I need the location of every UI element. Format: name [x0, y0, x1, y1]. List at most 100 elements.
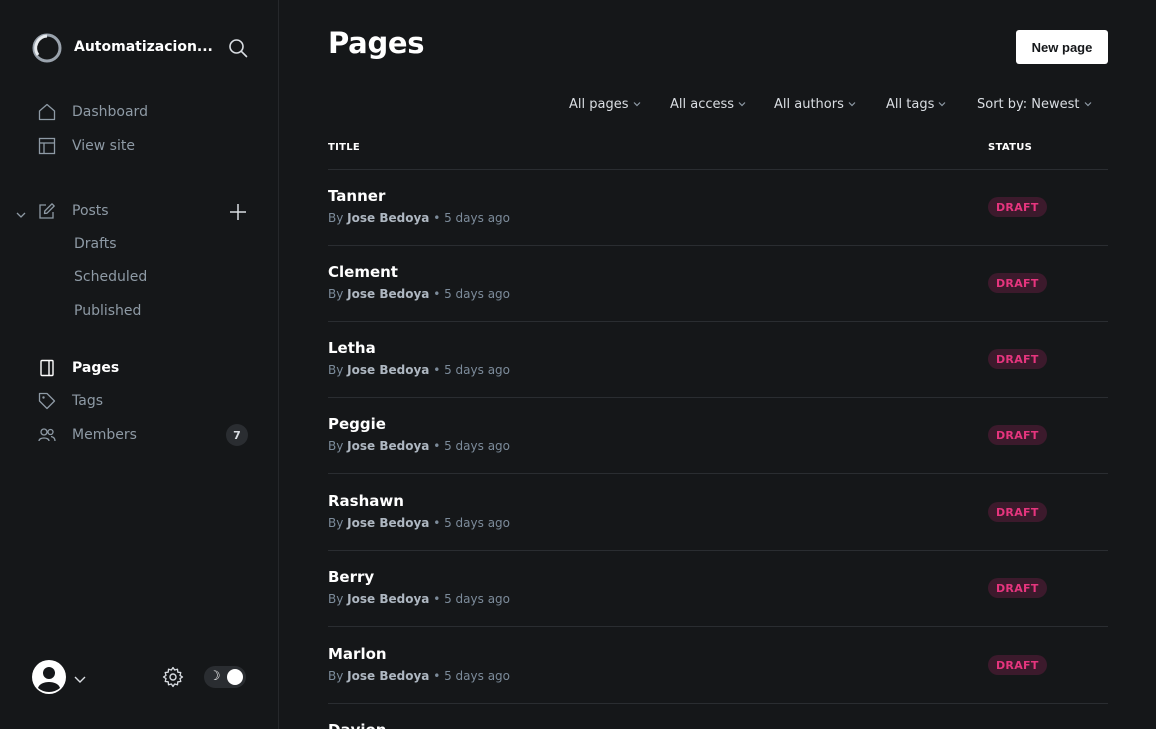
row-meta: By Jose Bedoya • 5 days ago — [328, 363, 510, 377]
filter-access[interactable]: All access — [670, 95, 746, 113]
row-title: Peggie — [328, 415, 386, 433]
avatar[interactable] — [32, 660, 66, 694]
row-meta: By Jose Bedoya • 5 days ago — [328, 669, 510, 683]
row-by: By — [328, 363, 344, 377]
nav-view-site-label: View site — [72, 138, 135, 154]
page-icon — [38, 359, 56, 377]
site-header: Automatizacion... — [32, 32, 252, 64]
nav-posts[interactable]: Posts — [38, 200, 109, 222]
toggle-knob — [227, 669, 243, 685]
chevron-down-icon[interactable] — [73, 671, 87, 683]
layout-icon — [38, 137, 56, 155]
gear-icon[interactable] — [162, 666, 184, 688]
row-by: By — [328, 287, 344, 301]
status-badge: DRAFT — [988, 578, 1047, 598]
row-by: By — [328, 516, 344, 530]
table-row[interactable]: Letha By Jose Bedoya • 5 days ago DRAFT — [328, 322, 1108, 398]
row-title: Tanner — [328, 187, 386, 205]
row-title: Davion — [328, 721, 386, 729]
row-author: Jose Bedoya — [347, 287, 430, 301]
filter-type[interactable]: All pages — [569, 95, 641, 113]
row-author: Jose Bedoya — [347, 592, 430, 606]
nav-members-label: Members — [72, 427, 137, 443]
filter-authors[interactable]: All authors — [774, 95, 856, 113]
row-meta: By Jose Bedoya • 5 days ago — [328, 592, 510, 606]
chevron-down-icon[interactable] — [15, 206, 27, 218]
filter-type-label: All pages — [569, 96, 629, 112]
nav-published[interactable]: Published — [74, 303, 141, 323]
row-time: • 5 days ago — [433, 287, 511, 301]
row-author: Jose Bedoya — [347, 516, 430, 530]
home-icon — [38, 103, 56, 121]
sidebar: Automatizacion... Dashboard View site Po… — [0, 0, 279, 729]
status-badge: DRAFT — [988, 197, 1047, 217]
row-by: By — [328, 592, 344, 606]
row-time: • 5 days ago — [433, 516, 511, 530]
nav-posts-label: Posts — [72, 203, 109, 219]
table-row[interactable]: Peggie By Jose Bedoya • 5 days ago DRAFT — [328, 398, 1108, 474]
row-by: By — [328, 439, 344, 453]
row-author: Jose Bedoya — [347, 669, 430, 683]
filter-access-label: All access — [670, 96, 735, 112]
table-row[interactable]: Clement By Jose Bedoya • 5 days ago DRAF… — [328, 246, 1108, 322]
moon-icon: ☽ — [209, 669, 221, 684]
table-row[interactable]: Rashawn By Jose Bedoya • 5 days ago DRAF… — [328, 475, 1108, 551]
row-time: • 5 days ago — [433, 363, 511, 377]
row-meta: By Jose Bedoya • 5 days ago — [328, 287, 510, 301]
status-badge: DRAFT — [988, 655, 1047, 675]
chevron-down-icon — [1084, 102, 1091, 107]
row-title: Rashawn — [328, 492, 404, 510]
filter-authors-label: All authors — [774, 96, 844, 112]
chevron-down-icon — [848, 102, 856, 107]
table-row[interactable]: Davion — [328, 704, 1108, 729]
row-title: Letha — [328, 339, 376, 357]
nav-scheduled[interactable]: Scheduled — [74, 269, 147, 289]
site-logo-icon[interactable] — [32, 33, 62, 63]
row-title: Berry — [328, 568, 375, 586]
filter-tags[interactable]: All tags — [886, 95, 946, 113]
row-author: Jose Bedoya — [347, 363, 430, 377]
chevron-down-icon — [938, 102, 946, 107]
table-row[interactable]: Marlon By Jose Bedoya • 5 days ago DRAFT — [328, 628, 1108, 704]
chevron-down-icon — [738, 102, 746, 107]
nav-pages-label: Pages — [72, 360, 120, 376]
status-badge: DRAFT — [988, 425, 1047, 445]
row-time: • 5 days ago — [433, 669, 511, 683]
nav-drafts[interactable]: Drafts — [74, 236, 117, 256]
search-icon[interactable] — [228, 38, 248, 58]
row-title: Clement — [328, 263, 398, 281]
row-by: By — [328, 211, 344, 225]
row-author: Jose Bedoya — [347, 439, 430, 453]
members-count-badge: 7 — [226, 424, 248, 446]
new-page-button[interactable]: New page — [1016, 30, 1108, 64]
plus-icon[interactable] — [228, 202, 248, 222]
status-badge: DRAFT — [988, 273, 1047, 293]
nav-tags[interactable]: Tags — [38, 390, 103, 412]
row-title: Marlon — [328, 645, 387, 663]
row-time: • 5 days ago — [433, 439, 511, 453]
filter-tags-label: All tags — [886, 96, 935, 112]
nav-pages[interactable]: Pages — [38, 357, 119, 379]
filter-sort[interactable]: Sort by: Newest — [977, 95, 1092, 113]
site-name[interactable]: Automatizacion... — [74, 39, 214, 55]
nav-dashboard-label: Dashboard — [72, 104, 148, 120]
theme-toggle[interactable]: ☽ — [204, 666, 246, 688]
chevron-down-icon — [633, 102, 640, 107]
tag-icon — [38, 392, 56, 410]
status-badge: DRAFT — [988, 502, 1047, 522]
filter-sort-label: Sort by: Newest — [977, 96, 1080, 112]
edit-icon — [38, 202, 56, 220]
members-icon — [38, 426, 56, 444]
nav-tags-label: Tags — [72, 393, 103, 409]
row-author: Jose Bedoya — [347, 211, 430, 225]
row-meta: By Jose Bedoya • 5 days ago — [328, 439, 510, 453]
row-time: • 5 days ago — [433, 211, 511, 225]
page-title: Pages — [328, 26, 425, 60]
nav-members[interactable]: Members — [38, 424, 137, 446]
row-meta: By Jose Bedoya • 5 days ago — [328, 516, 510, 530]
nav-view-site[interactable]: View site — [38, 135, 135, 157]
row-by: By — [328, 669, 344, 683]
table-row[interactable]: Tanner By Jose Bedoya • 5 days ago DRAFT — [328, 170, 1108, 246]
nav-dashboard[interactable]: Dashboard — [38, 101, 148, 123]
table-row[interactable]: Berry By Jose Bedoya • 5 days ago DRAFT — [328, 551, 1108, 627]
